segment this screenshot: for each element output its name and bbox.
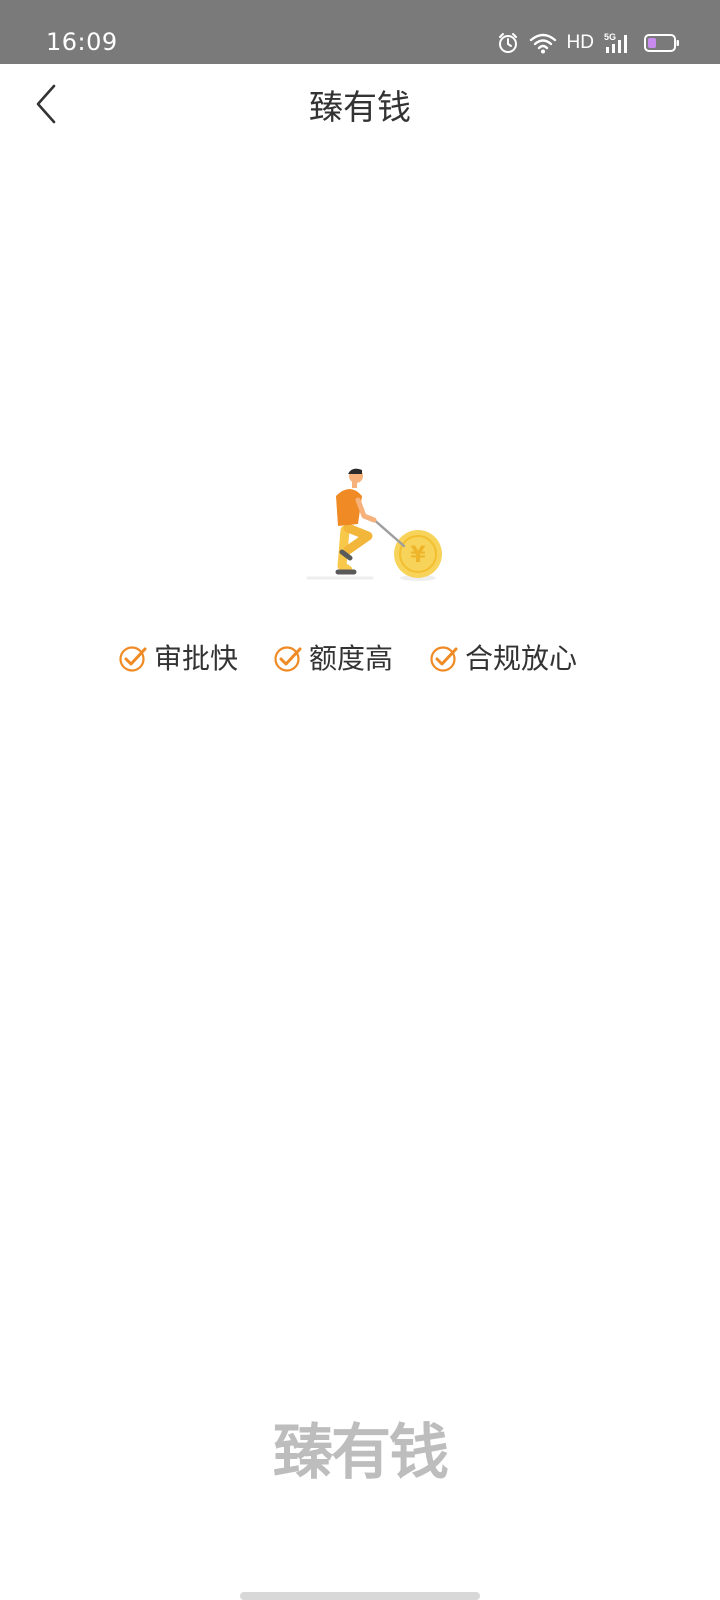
feature-list: 审批快 额度高 合规放心 (0, 637, 720, 681)
network-hd-label: HD (566, 32, 594, 53)
feature-approval-fast: 审批快 (118, 637, 238, 681)
person-pushing-coin-illustration: ¥ (300, 466, 460, 596)
check-circle-icon (273, 644, 309, 674)
page-title: 臻有钱 (309, 88, 411, 128)
coin-symbol: ¥ (410, 543, 426, 568)
nav-bar: 臻有钱 (0, 64, 720, 156)
feature-label: 合规放心 (465, 642, 578, 675)
check-circle-icon (429, 644, 465, 674)
battery-icon (644, 33, 680, 53)
feature-compliant: 合规放心 (429, 637, 577, 681)
check-circle-icon (118, 644, 154, 674)
status-time: 16:09 (46, 28, 118, 56)
signal-5g-label: 5G (604, 32, 616, 42)
wifi-icon (529, 32, 557, 54)
status-bar: 16:09 HD 5G (0, 0, 720, 64)
footer-logo: 臻有钱 (273, 1418, 449, 1488)
alarm-icon (497, 32, 519, 54)
signal-icon: 5G (604, 31, 634, 55)
feature-label: 额度高 (309, 642, 394, 675)
status-icons: HD 5G (497, 26, 680, 60)
feature-label: 审批快 (154, 642, 239, 675)
home-indicator[interactable] (240, 1592, 480, 1600)
feature-high-limit: 额度高 (273, 637, 393, 681)
